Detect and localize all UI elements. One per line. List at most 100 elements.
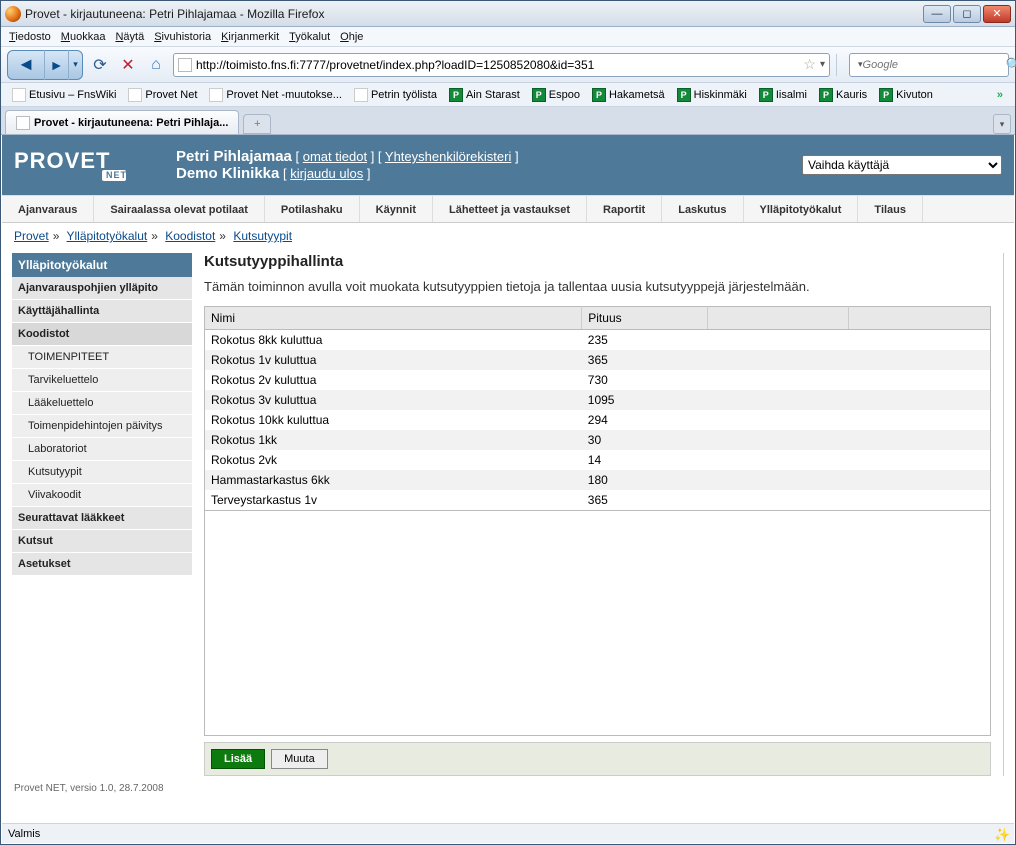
nav-kaynnit[interactable]: Käynnit (360, 196, 433, 222)
maximize-button[interactable]: ◻ (953, 5, 981, 23)
bookmark-star-icon[interactable]: ☆ (799, 56, 820, 73)
bookmark-item[interactable]: PHiskinmäki (672, 86, 752, 104)
bookmark-item[interactable]: PIisalmi (754, 86, 812, 104)
nav-tilaus[interactable]: Tilaus (858, 196, 923, 222)
sidebar-item[interactable]: Toimenpidehintojen päivitys (12, 415, 192, 438)
table-row[interactable]: Terveystarkastus 1v365 (205, 490, 991, 511)
logout-link[interactable]: kirjaudu ulos (290, 166, 363, 181)
table-row[interactable]: Rokotus 8kk kuluttua235 (205, 330, 991, 351)
button-bar: Lisää Muuta (204, 742, 991, 776)
yhteyshenkilo-link[interactable]: Yhteyshenkilörekisteri (385, 149, 511, 164)
stop-button[interactable]: ✕ (117, 54, 139, 76)
bookmark-label: Provet Net (145, 89, 197, 101)
search-go-icon[interactable]: 🔍 (1006, 57, 1016, 73)
crumb-koodistot[interactable]: Koodistot (165, 229, 215, 243)
new-tab-button[interactable]: + (243, 114, 271, 134)
browser-menu: Tiedosto Muokkaa Näytä Sivuhistoria Kirj… (1, 27, 1015, 47)
sidebar-item[interactable]: Koodistot (12, 323, 192, 346)
crumb-kutsutyypit[interactable]: Kutsutyypit (233, 229, 292, 243)
col-pituus[interactable]: Pituus (582, 307, 708, 330)
menu-view[interactable]: Näytä (115, 31, 144, 43)
menu-file[interactable]: Tiedosto (9, 31, 51, 43)
add-button[interactable]: Lisää (211, 749, 265, 769)
sidebar-item[interactable]: Käyttäjähallinta (12, 300, 192, 323)
window-titlebar: Provet - kirjautuneena: Petri Pihlajamaa… (1, 1, 1015, 27)
sidebar-item[interactable]: Kutsut (12, 530, 192, 553)
back-button[interactable]: ◄ (8, 50, 44, 80)
bookmark-item[interactable]: Petrin työlista (349, 86, 442, 104)
bookmark-item[interactable]: Provet Net -muutokse... (204, 86, 347, 104)
sidebar-item[interactable]: Tarvikeluettelo (12, 369, 192, 392)
bookmark-item[interactable]: Provet Net (123, 86, 202, 104)
firefox-icon (5, 6, 21, 22)
table-row[interactable]: Rokotus 1v kuluttua365 (205, 350, 991, 370)
user-switch-select[interactable]: Vaihda käyttäjä (802, 155, 1002, 175)
bookmark-label: Espoo (549, 89, 580, 101)
sidebar-item[interactable]: TOIMENPITEET (12, 346, 192, 369)
menu-help[interactable]: Ohje (340, 31, 363, 43)
crumb-yllapito[interactable]: Ylläpitotyökalut (67, 229, 148, 243)
bookmark-item[interactable]: PEspoo (527, 86, 585, 104)
search-input[interactable] (863, 59, 1006, 71)
table-row[interactable]: Rokotus 2vk14 (205, 450, 991, 470)
tab-list-button[interactable]: ▾ (993, 114, 1011, 134)
menu-edit[interactable]: Muokkaa (61, 31, 106, 43)
bookmark-item[interactable]: PHakametsä (587, 86, 670, 104)
url-dropdown-icon[interactable]: ▾ (820, 59, 825, 70)
table-row[interactable]: Rokotus 10kk kuluttua294 (205, 410, 991, 430)
url-input[interactable] (196, 58, 799, 72)
col-blank1[interactable] (708, 307, 849, 330)
identity-block: Petri Pihlajamaa [ omat tiedot ] [ Yhtey… (176, 148, 519, 182)
history-dropdown[interactable]: ▾ (68, 50, 82, 80)
table-row[interactable]: Rokotus 1kk30 (205, 430, 991, 450)
nav-potilashaku[interactable]: Potilashaku (265, 196, 360, 222)
nav-sairaala[interactable]: Sairaalassa olevat potilaat (94, 196, 265, 222)
forward-button[interactable]: ► (44, 50, 68, 80)
bookmark-item[interactable]: PKivuton (874, 86, 938, 104)
omat-tiedot-link[interactable]: omat tiedot (303, 149, 367, 164)
menu-history[interactable]: Sivuhistoria (154, 31, 211, 43)
nav-lahetteet[interactable]: Lähetteet ja vastaukset (433, 196, 587, 222)
table-row[interactable]: Rokotus 3v kuluttua1095 (205, 390, 991, 410)
sidebar-item[interactable]: Kutsutyypit (12, 461, 192, 484)
page-tab[interactable]: Provet - kirjautuneena: Petri Pihlaja... (5, 110, 239, 134)
nav-yllapito[interactable]: Ylläpitotyökalut (744, 196, 859, 222)
reload-button[interactable]: ⟳ (89, 54, 111, 76)
home-button[interactable]: ⌂ (145, 54, 167, 76)
cell-name: Rokotus 1v kuluttua (205, 350, 582, 370)
cell-name: Rokotus 10kk kuluttua (205, 410, 582, 430)
search-bar[interactable]: ▾ 🔍 (849, 53, 1009, 77)
page-icon (128, 88, 142, 102)
url-bar[interactable]: ☆ ▾ (173, 53, 830, 77)
bookmark-item[interactable]: PAin Starast (444, 86, 525, 104)
sidebar-item[interactable]: Seurattavat lääkkeet (12, 507, 192, 530)
window-title: Provet - kirjautuneena: Petri Pihlajamaa… (25, 7, 923, 21)
logo: PROVETNET (14, 150, 126, 181)
p-icon: P (532, 88, 546, 102)
table-row[interactable]: Hammastarkastus 6kk180 (205, 470, 991, 490)
bookmark-item[interactable]: Etusivu – FnsWiki (7, 86, 121, 104)
bookmark-item[interactable]: PKauris (814, 86, 872, 104)
cell-name: Terveystarkastus 1v (205, 490, 582, 511)
nav-laskutus[interactable]: Laskutus (662, 196, 743, 222)
tab-favicon (16, 116, 30, 130)
menu-bookmarks[interactable]: Kirjanmerkit (221, 31, 279, 43)
app-body: Ylläpitotyökalut Ajanvarauspohjien ylläp… (2, 249, 1014, 786)
table-row[interactable]: Rokotus 2v kuluttua730 (205, 370, 991, 390)
edit-button[interactable]: Muuta (271, 749, 328, 769)
col-nimi[interactable]: Nimi (205, 307, 582, 330)
col-blank2[interactable] (849, 307, 991, 330)
sidebar-item[interactable]: Laboratoriot (12, 438, 192, 461)
close-button[interactable]: ✕ (983, 5, 1011, 23)
minimize-button[interactable]: — (923, 5, 951, 23)
back-forward-group: ◄ ► ▾ (7, 50, 83, 80)
menu-tools[interactable]: Työkalut (289, 31, 330, 43)
nav-raportit[interactable]: Raportit (587, 196, 662, 222)
sidebar-item[interactable]: Viivakoodit (12, 484, 192, 507)
sidebar-item[interactable]: Ajanvarauspohjien ylläpito (12, 277, 192, 300)
sidebar-item[interactable]: Lääkeluettelo (12, 392, 192, 415)
bookmarks-overflow[interactable]: » (991, 89, 1009, 101)
sidebar-item[interactable]: Asetukset (12, 553, 192, 576)
crumb-provet[interactable]: Provet (14, 229, 49, 243)
nav-ajanvaraus[interactable]: Ajanvaraus (2, 196, 94, 222)
